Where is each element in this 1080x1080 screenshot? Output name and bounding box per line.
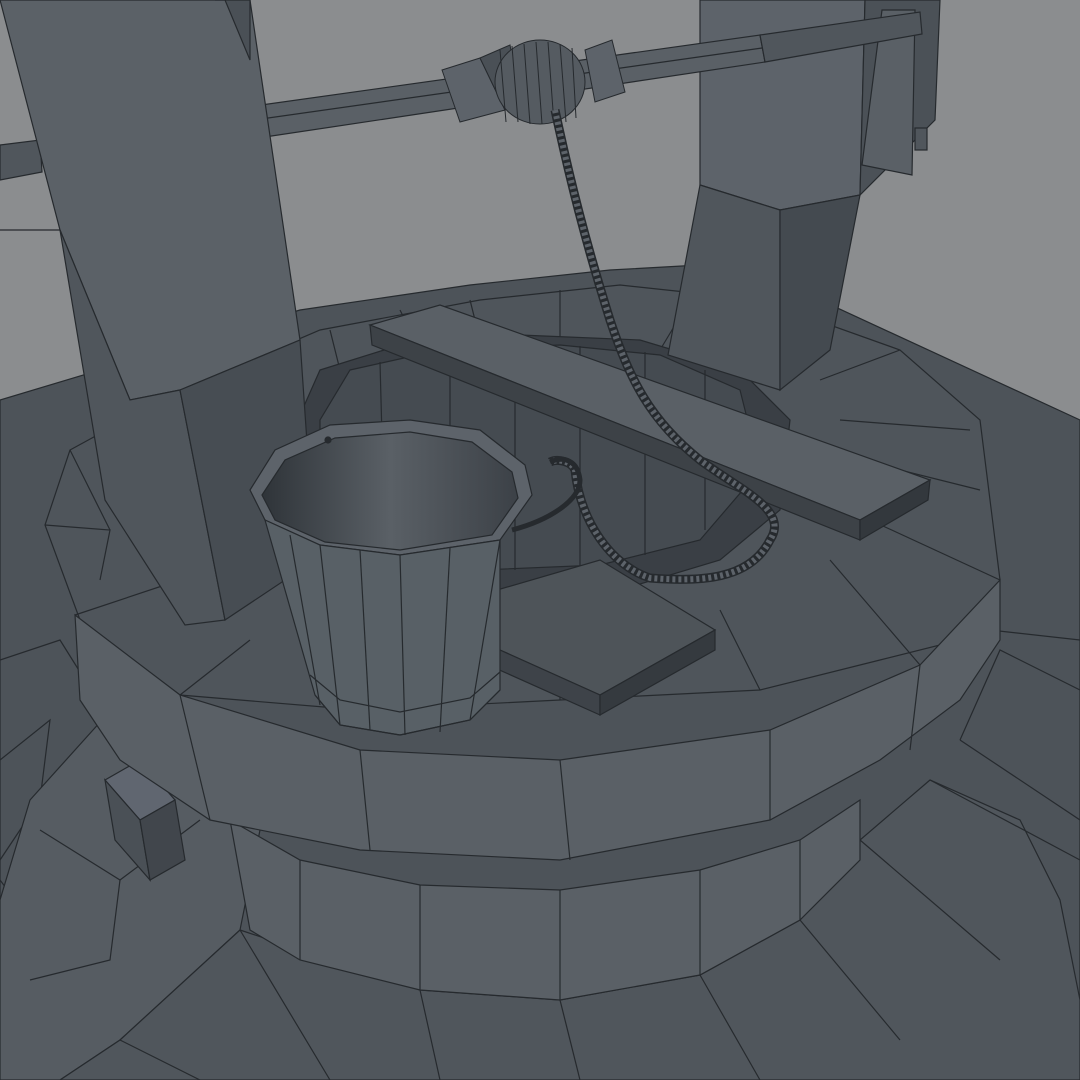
well-render-viewport (0, 0, 1080, 1080)
